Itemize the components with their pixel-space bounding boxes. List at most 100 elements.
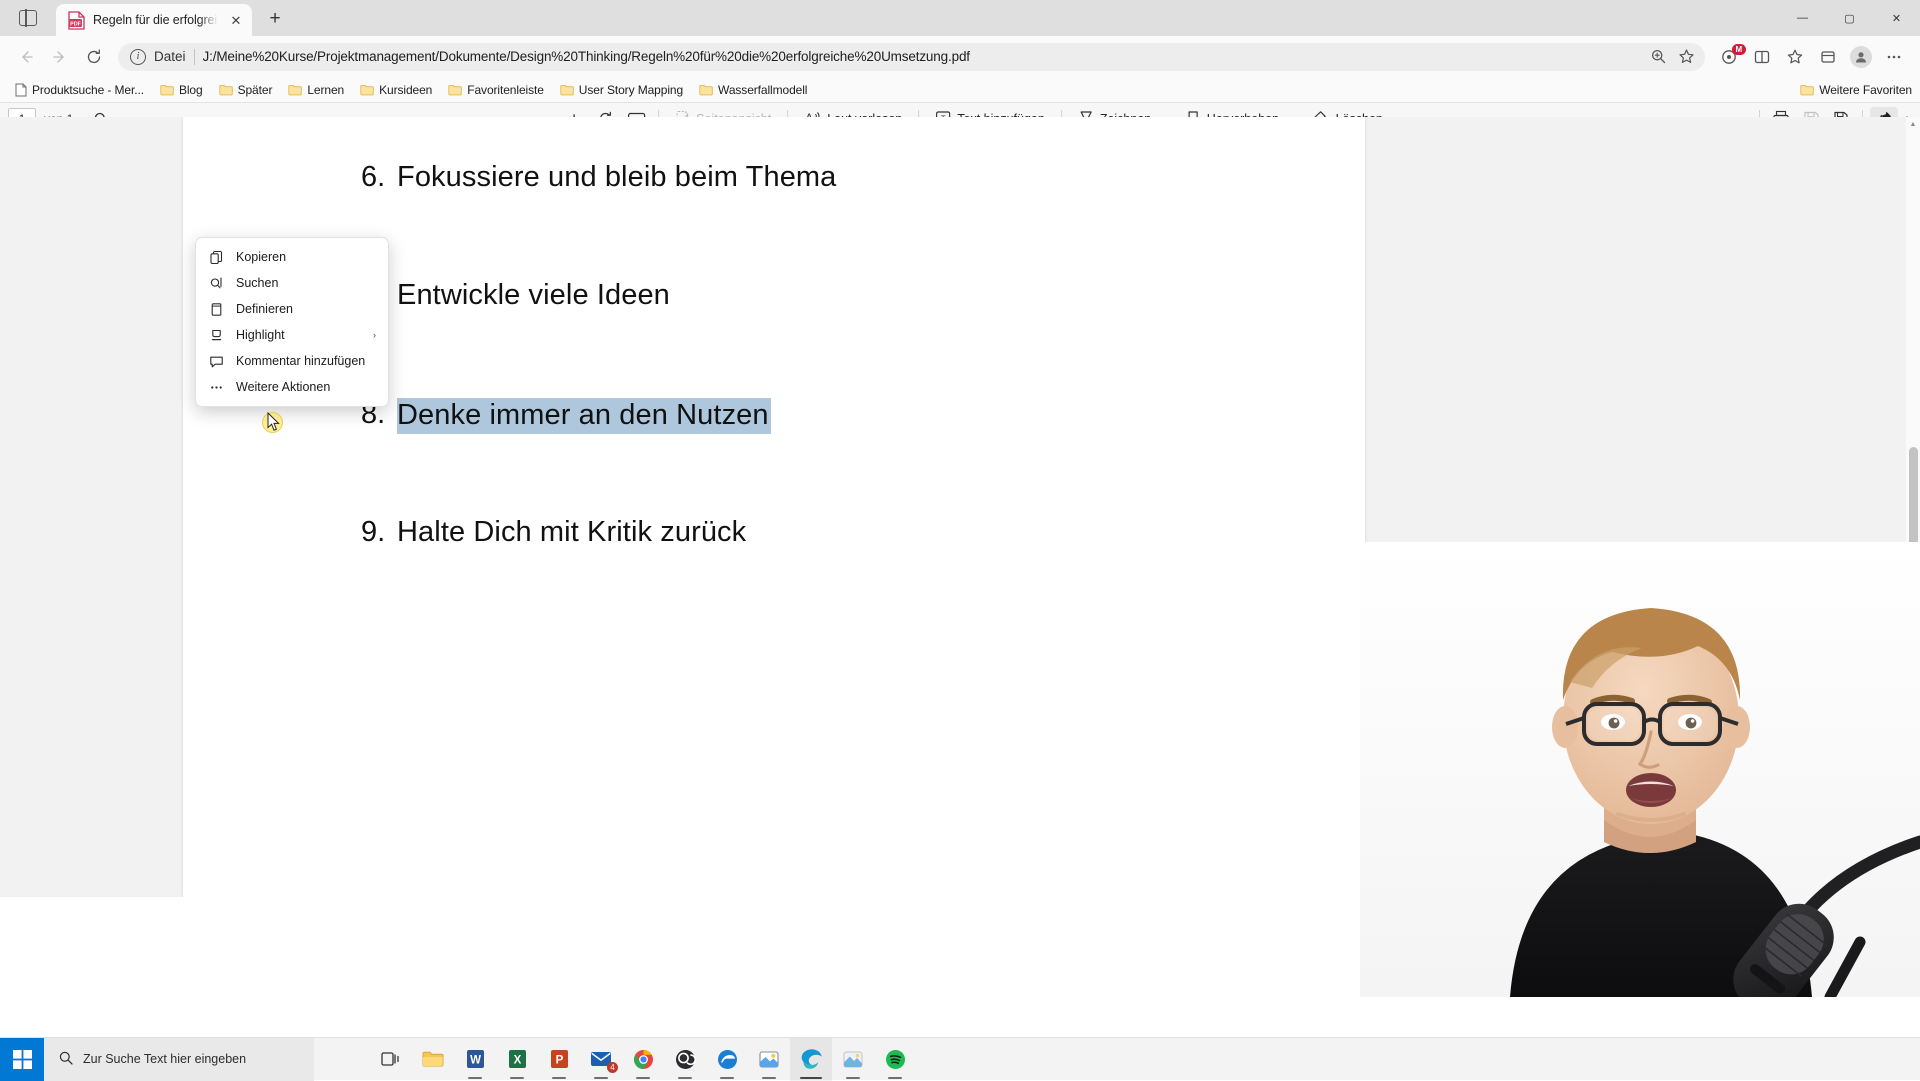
page-icon [15, 83, 27, 97]
doc-line-text: Fokussiere und bleib beim Thema [397, 161, 836, 194]
context-menu-item-search[interactable]: Suchen [196, 270, 388, 296]
tab-close-button[interactable]: ✕ [226, 10, 246, 30]
profile-avatar-icon[interactable] [1845, 41, 1877, 73]
favorites-icon[interactable] [1779, 41, 1811, 73]
context-menu-item-copy[interactable]: Kopieren [196, 244, 388, 270]
copy-icon [208, 249, 224, 265]
search-icon [58, 1050, 74, 1069]
mail-unread-badge: 4 [607, 1062, 618, 1073]
scroll-up-arrow[interactable]: ▲ [1906, 117, 1920, 131]
folder-icon [219, 84, 233, 96]
photos-icon[interactable] [832, 1038, 874, 1081]
bookmarks-bar: Produktsuche - Mer... Blog Später Lernen… [0, 77, 1920, 103]
browser-tab[interactable]: PDF Regeln für die erfolgreiche Umse ✕ [56, 4, 252, 36]
edge-icon[interactable] [790, 1038, 832, 1081]
screenshot-tool-icon[interactable] [748, 1038, 790, 1081]
star-icon[interactable] [1673, 45, 1699, 69]
bookmark-label: Später [238, 83, 273, 97]
bookmark-item[interactable]: Blog [153, 80, 210, 100]
bookmarks-overflow[interactable]: Weitere Favoriten [1800, 83, 1912, 97]
powerpoint-icon[interactable]: P [538, 1038, 580, 1081]
bookmark-label: Kursideen [379, 83, 432, 97]
svg-text:X: X [513, 1055, 521, 1067]
highlighter-icon [208, 327, 224, 343]
taskbar-search-placeholder: Zur Suche Text hier eingeben [83, 1052, 246, 1066]
app-running-indicator [678, 1077, 692, 1079]
toolbar-actions: M [1713, 41, 1910, 73]
file-explorer-icon[interactable] [412, 1038, 454, 1081]
word-icon[interactable]: W [454, 1038, 496, 1081]
doc-line-text-highlighted[interactable]: Denke immer an den Nutzen [397, 398, 771, 434]
context-menu-label: Definieren [236, 302, 293, 316]
bookmarks-overflow-label: Weitere Favoriten [1819, 83, 1912, 97]
context-menu-item-define[interactable]: Definieren [196, 296, 388, 322]
bookmark-item[interactable]: User Story Mapping [553, 80, 690, 100]
svg-text:P: P [555, 1055, 563, 1067]
collections-icon[interactable] [1812, 41, 1844, 73]
excel-icon[interactable]: X [496, 1038, 538, 1081]
pdf-page[interactable]: 6. Fokussiere und bleib beim Thema Entwi… [183, 117, 1365, 897]
minimize-button[interactable]: — [1779, 0, 1826, 36]
folder-icon [448, 84, 462, 96]
app-running-indicator [636, 1077, 650, 1079]
omnibox-actions [1645, 45, 1699, 69]
obs-icon[interactable] [664, 1038, 706, 1081]
omnibox-divider [194, 49, 195, 65]
bookmark-item[interactable]: Später [212, 80, 280, 100]
bookmark-item[interactable]: Lernen [281, 80, 351, 100]
folder-icon [360, 84, 374, 96]
context-menu-label: Highlight [236, 328, 285, 342]
tab-search-icon [19, 10, 37, 26]
context-menu-item-highlight[interactable]: Highlight › [196, 322, 388, 348]
taskbar-search-box[interactable]: Zur Suche Text hier eingeben [44, 1038, 314, 1081]
back-button[interactable] [10, 41, 42, 73]
forward-button[interactable] [44, 41, 76, 73]
avatar [1850, 46, 1872, 68]
dictionary-icon [208, 301, 224, 317]
bookmark-item[interactable]: Wasserfallmodell [692, 80, 814, 100]
new-tab-button[interactable]: + [260, 4, 290, 34]
doc-line-number: 6. [361, 161, 385, 194]
chevron-right-icon[interactable]: › [373, 330, 376, 340]
spotify-icon[interactable] [874, 1038, 916, 1081]
bookmark-item[interactable]: Favoritenleiste [441, 80, 551, 100]
address-bar[interactable]: i Datei J:/Meine%20Kurse/Projektmanageme… [118, 43, 1705, 71]
edge-legacy-icon[interactable] [706, 1038, 748, 1081]
bookmark-label: Wasserfallmodell [718, 83, 807, 97]
start-windows-icon[interactable] [0, 1038, 44, 1081]
app-running-indicator [720, 1077, 734, 1079]
tab-title: Regeln für die erfolgreiche Umse [93, 13, 218, 27]
app-running-indicator [846, 1077, 860, 1079]
app-running-indicator [510, 1077, 524, 1079]
context-menu-item-add-comment[interactable]: Kommentar hinzufügen [196, 348, 388, 374]
bookmark-label: Lernen [307, 83, 344, 97]
context-menu-item-more-actions[interactable]: Weitere Aktionen [196, 374, 388, 400]
windows-taskbar: Zur Suche Text hier eingeben W X P 4 [0, 1037, 1920, 1080]
comment-icon [208, 353, 224, 369]
context-menu-label: Weitere Aktionen [236, 380, 330, 394]
folder-icon [560, 84, 574, 96]
maximize-button[interactable]: ▢ [1826, 0, 1873, 36]
navigation-bar: i Datei J:/Meine%20Kurse/Projektmanageme… [0, 36, 1920, 77]
bookmark-item[interactable]: Produktsuche - Mer... [8, 80, 151, 100]
mail-icon[interactable]: 4 [580, 1038, 622, 1081]
search-in-page-icon [208, 275, 224, 291]
close-window-button[interactable]: ✕ [1873, 0, 1920, 36]
bookmark-item[interactable]: Kursideen [353, 80, 439, 100]
bookmark-label: Blog [179, 83, 203, 97]
browser-essentials-icon[interactable]: M [1713, 41, 1745, 73]
folder-icon [160, 84, 174, 96]
task-view-icon[interactable] [370, 1038, 412, 1081]
bookmark-label: Produktsuche - Mer... [32, 83, 144, 97]
zoom-magnifier-icon[interactable] [1645, 45, 1671, 69]
chrome-icon[interactable] [622, 1038, 664, 1081]
site-info-icon[interactable]: i [130, 49, 146, 65]
reload-button[interactable] [78, 41, 110, 73]
split-screen-icon[interactable] [1746, 41, 1778, 73]
app-running-indicator [888, 1077, 902, 1079]
profile-badge: M [1732, 44, 1746, 55]
doc-line-text: Halte Dich mit Kritik zurück [397, 516, 746, 549]
settings-more-icon[interactable] [1878, 41, 1910, 73]
tab-search-button[interactable] [0, 0, 56, 36]
context-menu[interactable]: Kopieren Suchen Definieren Highlight › K… [195, 237, 389, 407]
